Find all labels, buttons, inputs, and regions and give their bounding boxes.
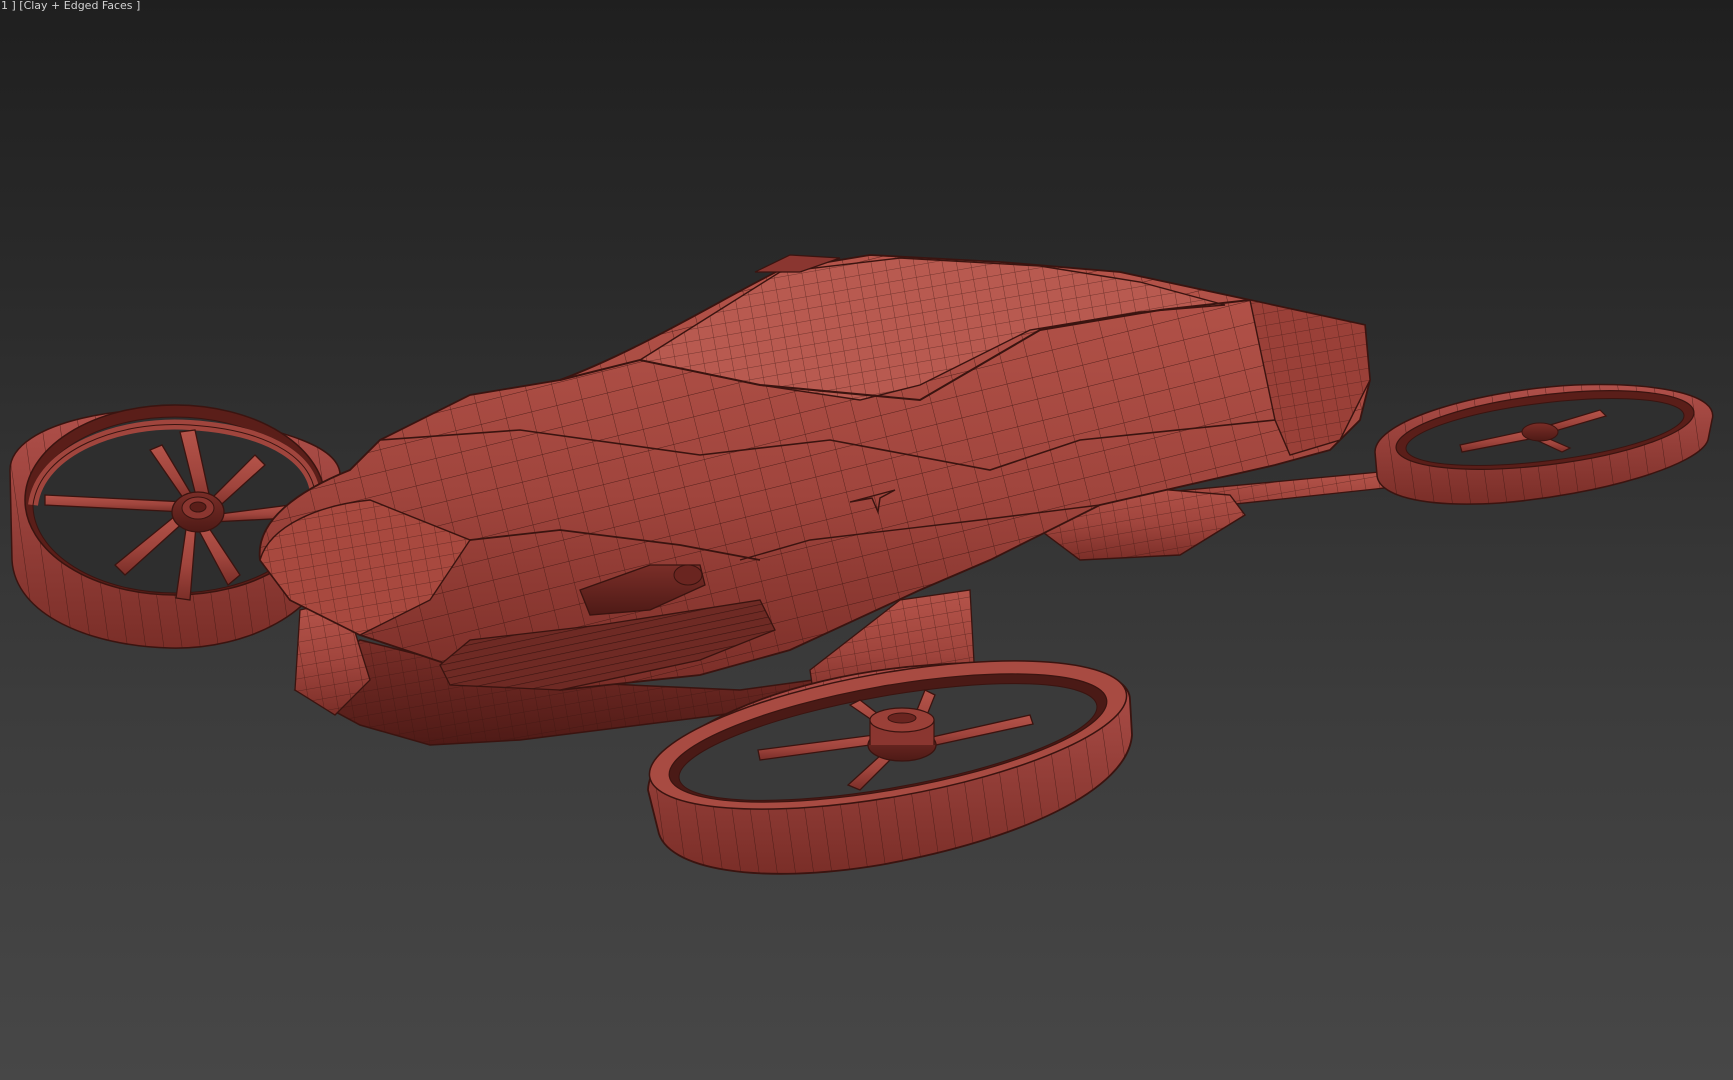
clay-model-render [9,254,1714,875]
3d-viewport[interactable]: 1 ] [Clay + Edged Faces ] [0,0,1733,1080]
